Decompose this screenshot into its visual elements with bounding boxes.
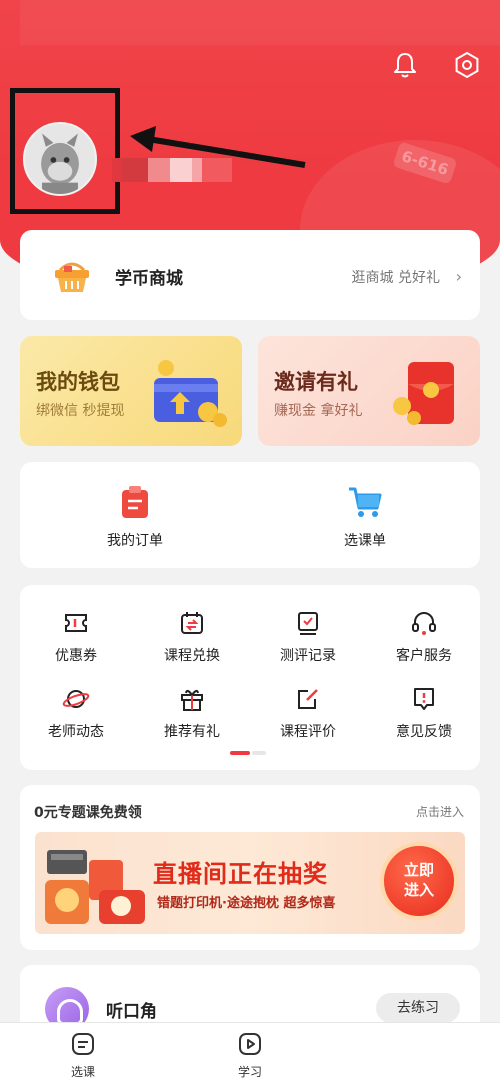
practice-button[interactable]: 去练习 (376, 993, 460, 1023)
banner-headline: 直播间正在抽奖 (153, 860, 328, 888)
tab-study[interactable]: 学习 (215, 1031, 285, 1080)
my-wallet-card[interactable]: 我的钱包 绑微信 秒提现 (20, 336, 242, 446)
tool-course-review[interactable]: 课程评价 (258, 685, 358, 741)
tool-referral-reward[interactable]: 推荐有礼 (142, 685, 242, 741)
settings-icon[interactable] (452, 50, 482, 80)
planet-icon (62, 690, 90, 708)
order-list-icon (122, 486, 148, 518)
my-orders-label: 我的订单 (107, 533, 163, 549)
tab-course-select[interactable]: 选课 (48, 1031, 118, 1080)
header-decoration (20, 0, 500, 45)
invite-subtitle: 赚现金 拿好礼 (274, 403, 363, 419)
tool-teacher-updates[interactable]: 老师动态 (26, 685, 126, 741)
tab-label: 选课 (70, 1065, 95, 1079)
prize-illustration (45, 850, 145, 924)
tool-assessment-records[interactable]: 测评记录 (258, 609, 358, 665)
invite-reward-card[interactable]: 邀请有礼 赚现金 拿好礼 (258, 336, 480, 446)
page-indicator (230, 751, 270, 755)
edit-icon (298, 689, 318, 709)
feedback-icon (414, 688, 434, 710)
coupon-icon (65, 614, 87, 632)
coin-shop-title: 学币商城 (115, 269, 183, 289)
listening-title: 听口角 (106, 1002, 157, 1022)
headset-icon (412, 612, 436, 635)
free-course-link[interactable]: 点击进入 (416, 803, 464, 820)
coin-shop-link[interactable]: 逛商城 兑好礼 (352, 267, 440, 287)
my-orders-button[interactable]: 我的订单 (75, 484, 195, 550)
course-select-icon (72, 1033, 94, 1055)
avatar[interactable] (23, 122, 97, 196)
tool-label: 客户服务 (396, 648, 452, 664)
tab-label: 学习 (237, 1065, 262, 1079)
invite-title: 邀请有礼 (274, 370, 358, 394)
course-cart-button[interactable]: 选课单 (305, 484, 425, 550)
red-envelope-icon (393, 362, 454, 425)
tool-course-exchange[interactable]: 课程兑换 (142, 609, 242, 665)
basket-icon (55, 262, 89, 292)
free-course-card: 0元专题课免费领 点击进入 直播间正在抽奖 错题打印机·途途抱枕 超多惊喜 立即… (20, 785, 480, 950)
enter-now-button[interactable]: 立即 进入 (380, 842, 458, 920)
assessment-icon (298, 612, 318, 635)
tools-grid: 优惠券 课程兑换 测评记录 客户服务 老师动态 推荐有礼 课程评价 意见反馈 (20, 585, 480, 770)
tool-label: 优惠券 (55, 648, 97, 664)
tool-coupon[interactable]: 优惠券 (26, 609, 126, 665)
tool-feedback[interactable]: 意见反馈 (374, 685, 474, 741)
live-lottery-banner[interactable]: 直播间正在抽奖 错题打印机·途途抱枕 超多惊喜 立即 进入 (35, 832, 465, 934)
cart-icon (349, 487, 382, 517)
orders-card: 我的订单 选课单 (20, 462, 480, 568)
tool-label: 推荐有礼 (164, 724, 220, 740)
course-cart-label: 选课单 (344, 533, 386, 549)
free-course-title: 0元专题课免费领 (34, 805, 142, 821)
tool-label: 课程兑换 (164, 648, 220, 664)
tool-label: 测评记录 (280, 648, 336, 664)
banner-subtext: 错题打印机·途途抱枕 超多惊喜 (157, 896, 336, 911)
gift-icon (181, 689, 203, 711)
bottom-tab-bar: 选课 学习 (0, 1022, 500, 1084)
play-icon (239, 1033, 261, 1055)
tool-label: 意见反馈 (396, 724, 452, 740)
tool-label: 课程评价 (280, 724, 336, 740)
wallet-icon (154, 360, 227, 427)
wallet-subtitle: 绑微信 秒提现 (36, 403, 125, 419)
tool-label: 老师动态 (48, 724, 104, 740)
bell-icon[interactable] (390, 50, 420, 80)
exchange-icon (181, 612, 203, 634)
pointer-arrow (130, 126, 306, 168)
tool-customer-service[interactable]: 客户服务 (374, 609, 474, 665)
enter-now-line1: 立即 (403, 861, 434, 879)
enter-now-line2: 进入 (403, 881, 434, 899)
coin-shop-card[interactable]: 学币商城 逛商城 兑好礼 › (20, 230, 480, 320)
wallet-title: 我的钱包 (36, 370, 120, 394)
chevron-right-icon: › (455, 267, 462, 286)
